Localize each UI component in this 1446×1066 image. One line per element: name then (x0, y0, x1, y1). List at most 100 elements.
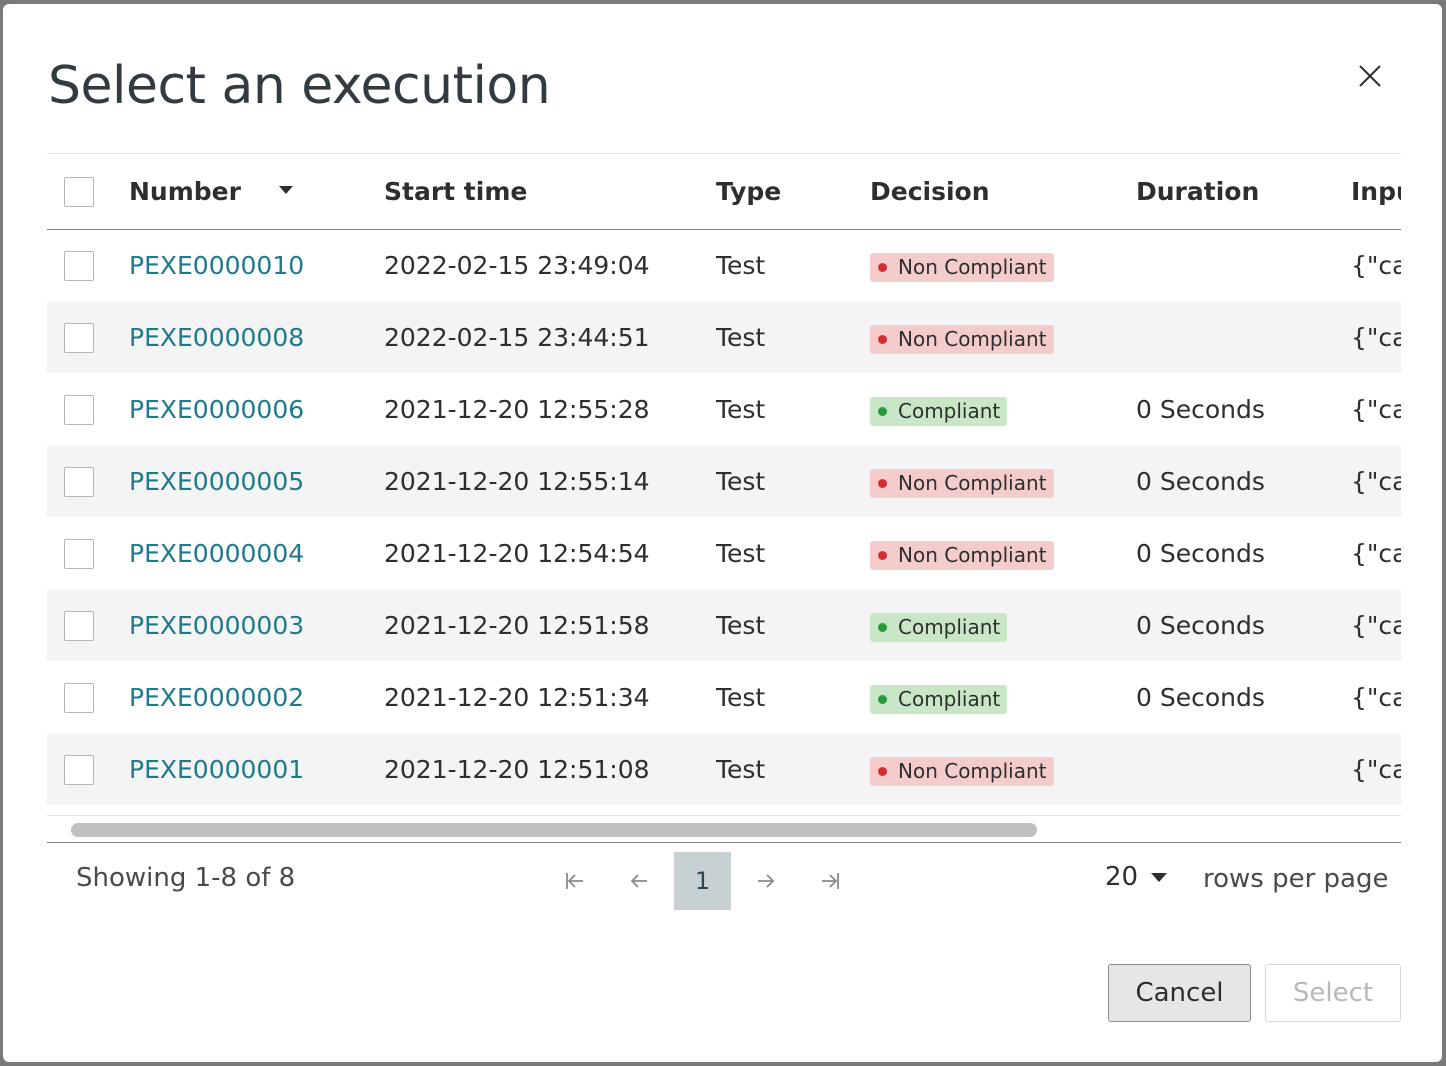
column-header-type[interactable]: Type (716, 154, 870, 229)
table-row[interactable]: PEXE0000005 2021-12-20 12:55:14 Test Non… (47, 445, 1401, 517)
table-header-row: Number Start time Type Decision Duration (47, 154, 1401, 229)
cell-input: {"cal (1351, 538, 1401, 568)
row-checkbox[interactable] (64, 538, 94, 569)
sort-down-icon[interactable] (278, 185, 293, 194)
cell-input: {"cal (1351, 610, 1401, 640)
table-row[interactable]: PEXE0000008 2022-02-15 23:44:51 Test Non… (47, 301, 1401, 373)
select-all-checkbox[interactable] (64, 176, 94, 207)
status-dot-icon (878, 262, 887, 272)
cell-decision: Non Compliant (870, 517, 1136, 589)
cell-start-time: 2021-12-20 12:51:58 (384, 610, 650, 640)
status-dot-icon (878, 478, 887, 488)
decision-badge: Compliant (870, 396, 1008, 426)
cell-decision: Compliant (870, 373, 1136, 445)
column-header-start-time[interactable]: Start time (384, 154, 716, 229)
cell-number: PEXE0000005 (129, 445, 384, 517)
cell-start-time: 2021-12-20 12:51:34 (384, 682, 650, 712)
cell-duration (1136, 301, 1351, 373)
cell-input: {"cal (1351, 250, 1401, 280)
cell-number: PEXE0000004 (129, 517, 384, 589)
decision-label: Non Compliant (898, 543, 1047, 567)
previous-page-button[interactable] (607, 852, 671, 910)
row-checkbox[interactable] (64, 682, 94, 713)
row-checkbox[interactable] (64, 394, 94, 425)
cell-type: Test (716, 682, 766, 712)
cell-duration: 0 Seconds (1136, 682, 1265, 712)
next-page-button[interactable] (734, 852, 798, 910)
cell-input: {"cal (1351, 466, 1401, 496)
cell-decision: Compliant (870, 589, 1136, 661)
cell-type: Test (716, 466, 766, 496)
cell-decision: Non Compliant (870, 229, 1136, 301)
column-header-duration[interactable]: Duration (1136, 154, 1351, 229)
table-row[interactable]: PEXE0000003 2021-12-20 12:51:58 Test Com… (47, 589, 1401, 661)
rows-per-page-value: 20 (1105, 862, 1139, 892)
dialog-title: Select an execution (48, 56, 551, 116)
select-execution-dialog: Select an execution Number Start time Ty… (3, 4, 1442, 1062)
first-page-button[interactable] (543, 852, 607, 910)
execution-number-link[interactable]: PEXE0000005 (129, 467, 304, 496)
status-dot-icon (878, 406, 887, 416)
cell-number: PEXE0000003 (129, 589, 384, 661)
execution-number-link[interactable]: PEXE0000004 (129, 539, 304, 568)
row-checkbox[interactable] (64, 322, 94, 353)
decision-badge: Compliant (870, 612, 1008, 642)
row-select-cell (47, 445, 129, 517)
cell-input: {"cal (1351, 322, 1401, 352)
status-dot-icon (878, 622, 887, 632)
table-row[interactable]: PEXE0000004 2021-12-20 12:54:54 Test Non… (47, 517, 1401, 589)
rows-per-page-select[interactable]: 20 (1105, 862, 1168, 892)
row-checkbox[interactable] (64, 466, 94, 497)
arrow-left-icon (630, 874, 647, 888)
cell-number: PEXE0000010 (129, 229, 384, 301)
table-row[interactable]: PEXE0000001 2021-12-20 12:51:08 Test Non… (47, 733, 1401, 805)
execution-number-link[interactable]: PEXE0000002 (129, 683, 304, 712)
select-button[interactable]: Select (1265, 964, 1401, 1022)
execution-number-link[interactable]: PEXE0000001 (129, 755, 304, 784)
row-select-cell (47, 733, 129, 805)
cell-type: Test (716, 538, 766, 568)
status-dot-icon (878, 334, 887, 344)
cancel-button[interactable]: Cancel (1108, 964, 1251, 1022)
row-checkbox[interactable] (64, 754, 94, 785)
last-page-button[interactable] (798, 852, 862, 910)
last-page-icon (822, 873, 839, 889)
column-header-duration-label: Duration (1136, 176, 1260, 206)
execution-number-link[interactable]: PEXE0000003 (129, 611, 304, 640)
chevron-down-icon (1151, 872, 1168, 882)
close-button[interactable] (1350, 56, 1390, 96)
row-select-cell (47, 373, 129, 445)
table-row[interactable]: PEXE0000010 2022-02-15 23:49:04 Test Non… (47, 229, 1401, 301)
page-number-button[interactable]: 1 (674, 852, 731, 910)
scrollbar-thumb[interactable] (71, 823, 1037, 837)
column-header-number[interactable]: Number (129, 154, 384, 229)
column-header-decision-label: Decision (870, 176, 990, 206)
arrow-right-icon (758, 874, 775, 888)
row-checkbox[interactable] (64, 610, 94, 641)
header-select-all-cell (47, 154, 129, 229)
cell-start-time: 2021-12-20 12:51:08 (384, 754, 650, 784)
table-row[interactable]: PEXE0000002 2021-12-20 12:51:34 Test Com… (47, 661, 1401, 733)
horizontal-scrollbar[interactable] (47, 815, 1401, 843)
decision-badge: Non Compliant (870, 252, 1054, 282)
cell-type: Test (716, 754, 766, 784)
execution-number-link[interactable]: PEXE0000010 (129, 251, 304, 280)
cell-number: PEXE0000002 (129, 661, 384, 733)
column-header-decision[interactable]: Decision (870, 154, 1136, 229)
cell-duration: 0 Seconds (1136, 610, 1265, 640)
status-dot-icon (878, 766, 887, 776)
cell-decision: Non Compliant (870, 445, 1136, 517)
pagination-controls: 1 (543, 852, 862, 910)
decision-label: Compliant (898, 687, 1001, 711)
column-header-input[interactable]: Inpu (1351, 154, 1401, 229)
execution-number-link[interactable]: PEXE0000008 (129, 323, 304, 352)
cell-start-time: 2022-02-15 23:49:04 (384, 250, 650, 280)
execution-number-link[interactable]: PEXE0000006 (129, 395, 304, 424)
column-header-start-time-label: Start time (384, 176, 528, 206)
cell-number: PEXE0000001 (129, 733, 384, 805)
cell-decision: Non Compliant (870, 733, 1136, 805)
table-body: PEXE0000010 2022-02-15 23:49:04 Test Non… (47, 229, 1401, 805)
cell-duration (1136, 229, 1351, 301)
table-row[interactable]: PEXE0000006 2021-12-20 12:55:28 Test Com… (47, 373, 1401, 445)
row-checkbox[interactable] (64, 250, 94, 281)
